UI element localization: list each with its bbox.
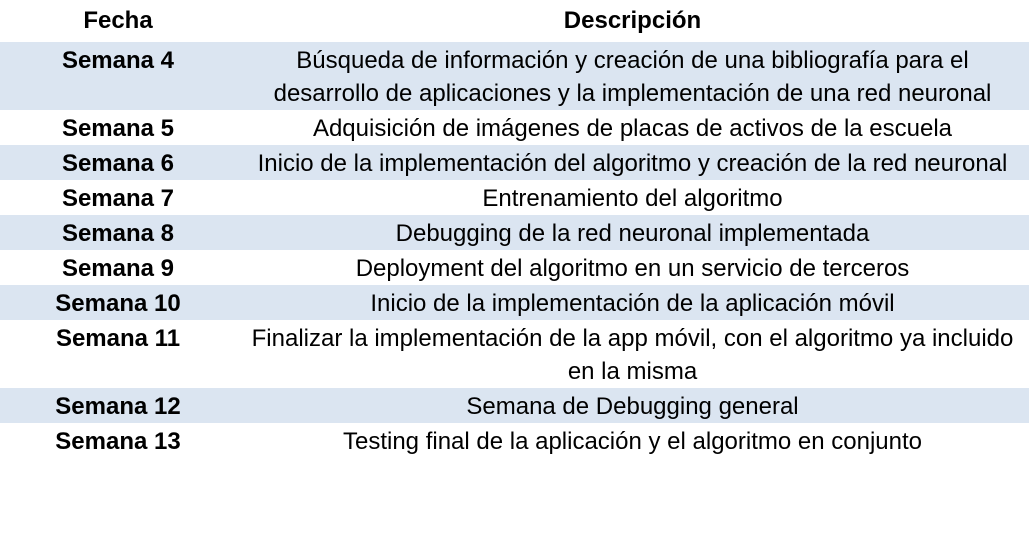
table-row: Semana 7 Entrenamiento del algoritmo [0,180,1029,215]
cell-descripcion: Búsqueda de información y creación de un… [236,42,1029,110]
cell-descripcion: Entrenamiento del algoritmo [236,180,1029,215]
cell-descripcion: Debugging de la red neuronal implementad… [236,215,1029,250]
cell-fecha: Semana 8 [0,215,236,250]
cell-fecha: Semana 9 [0,250,236,285]
cell-descripcion: Semana de Debugging general [236,388,1029,423]
header-fecha: Fecha [83,7,153,34]
table-row: Semana 12 Semana de Debugging general [0,388,1029,423]
cell-fecha: Semana 11 [0,320,236,388]
cell-descripcion: Inicio de la implementación del algoritm… [236,145,1029,180]
table-row: Semana 5 Adquisición de imágenes de plac… [0,110,1029,145]
table-row: Semana 10 Inicio de la implementación de… [0,285,1029,320]
cell-fecha: Semana 7 [0,180,236,215]
table-row: Semana 9 Deployment del algoritmo en un … [0,250,1029,285]
table-header: Fecha Descripción [0,0,1029,42]
cell-descripcion: Deployment del algoritmo en un servicio … [236,250,1029,285]
schedule-table: Fecha Descripción Semana 4 Búsqueda de i… [0,0,1029,458]
cell-fecha: Semana 6 [0,145,236,180]
table-row: Semana 6 Inicio de la implementación del… [0,145,1029,180]
cell-fecha: Semana 13 [0,423,236,458]
table-row: Semana 13 Testing final de la aplicación… [0,423,1029,458]
cell-descripcion: Testing final de la aplicación y el algo… [236,423,1029,458]
header-row: Fecha Descripción [0,0,1029,42]
cell-fecha: Semana 10 [0,285,236,320]
cell-fecha: Semana 5 [0,110,236,145]
cell-descripcion: Adquisición de imágenes de placas de act… [236,110,1029,145]
schedule-table-container: Fecha Descripción Semana 4 Búsqueda de i… [0,0,1029,555]
cell-fecha: Semana 12 [0,388,236,423]
cell-fecha: Semana 4 [0,42,236,110]
cell-descripcion: Inicio de la implementación de la aplica… [236,285,1029,320]
table-body: Semana 4 Búsqueda de información y creac… [0,42,1029,458]
header-descripcion: Descripción [563,7,702,34]
table-row: Semana 4 Búsqueda de información y creac… [0,42,1029,110]
table-row: Semana 11 Finalizar la implementación de… [0,320,1029,388]
table-row: Semana 8 Debugging de la red neuronal im… [0,215,1029,250]
cell-descripcion: Finalizar la implementación de la app mó… [236,320,1029,388]
